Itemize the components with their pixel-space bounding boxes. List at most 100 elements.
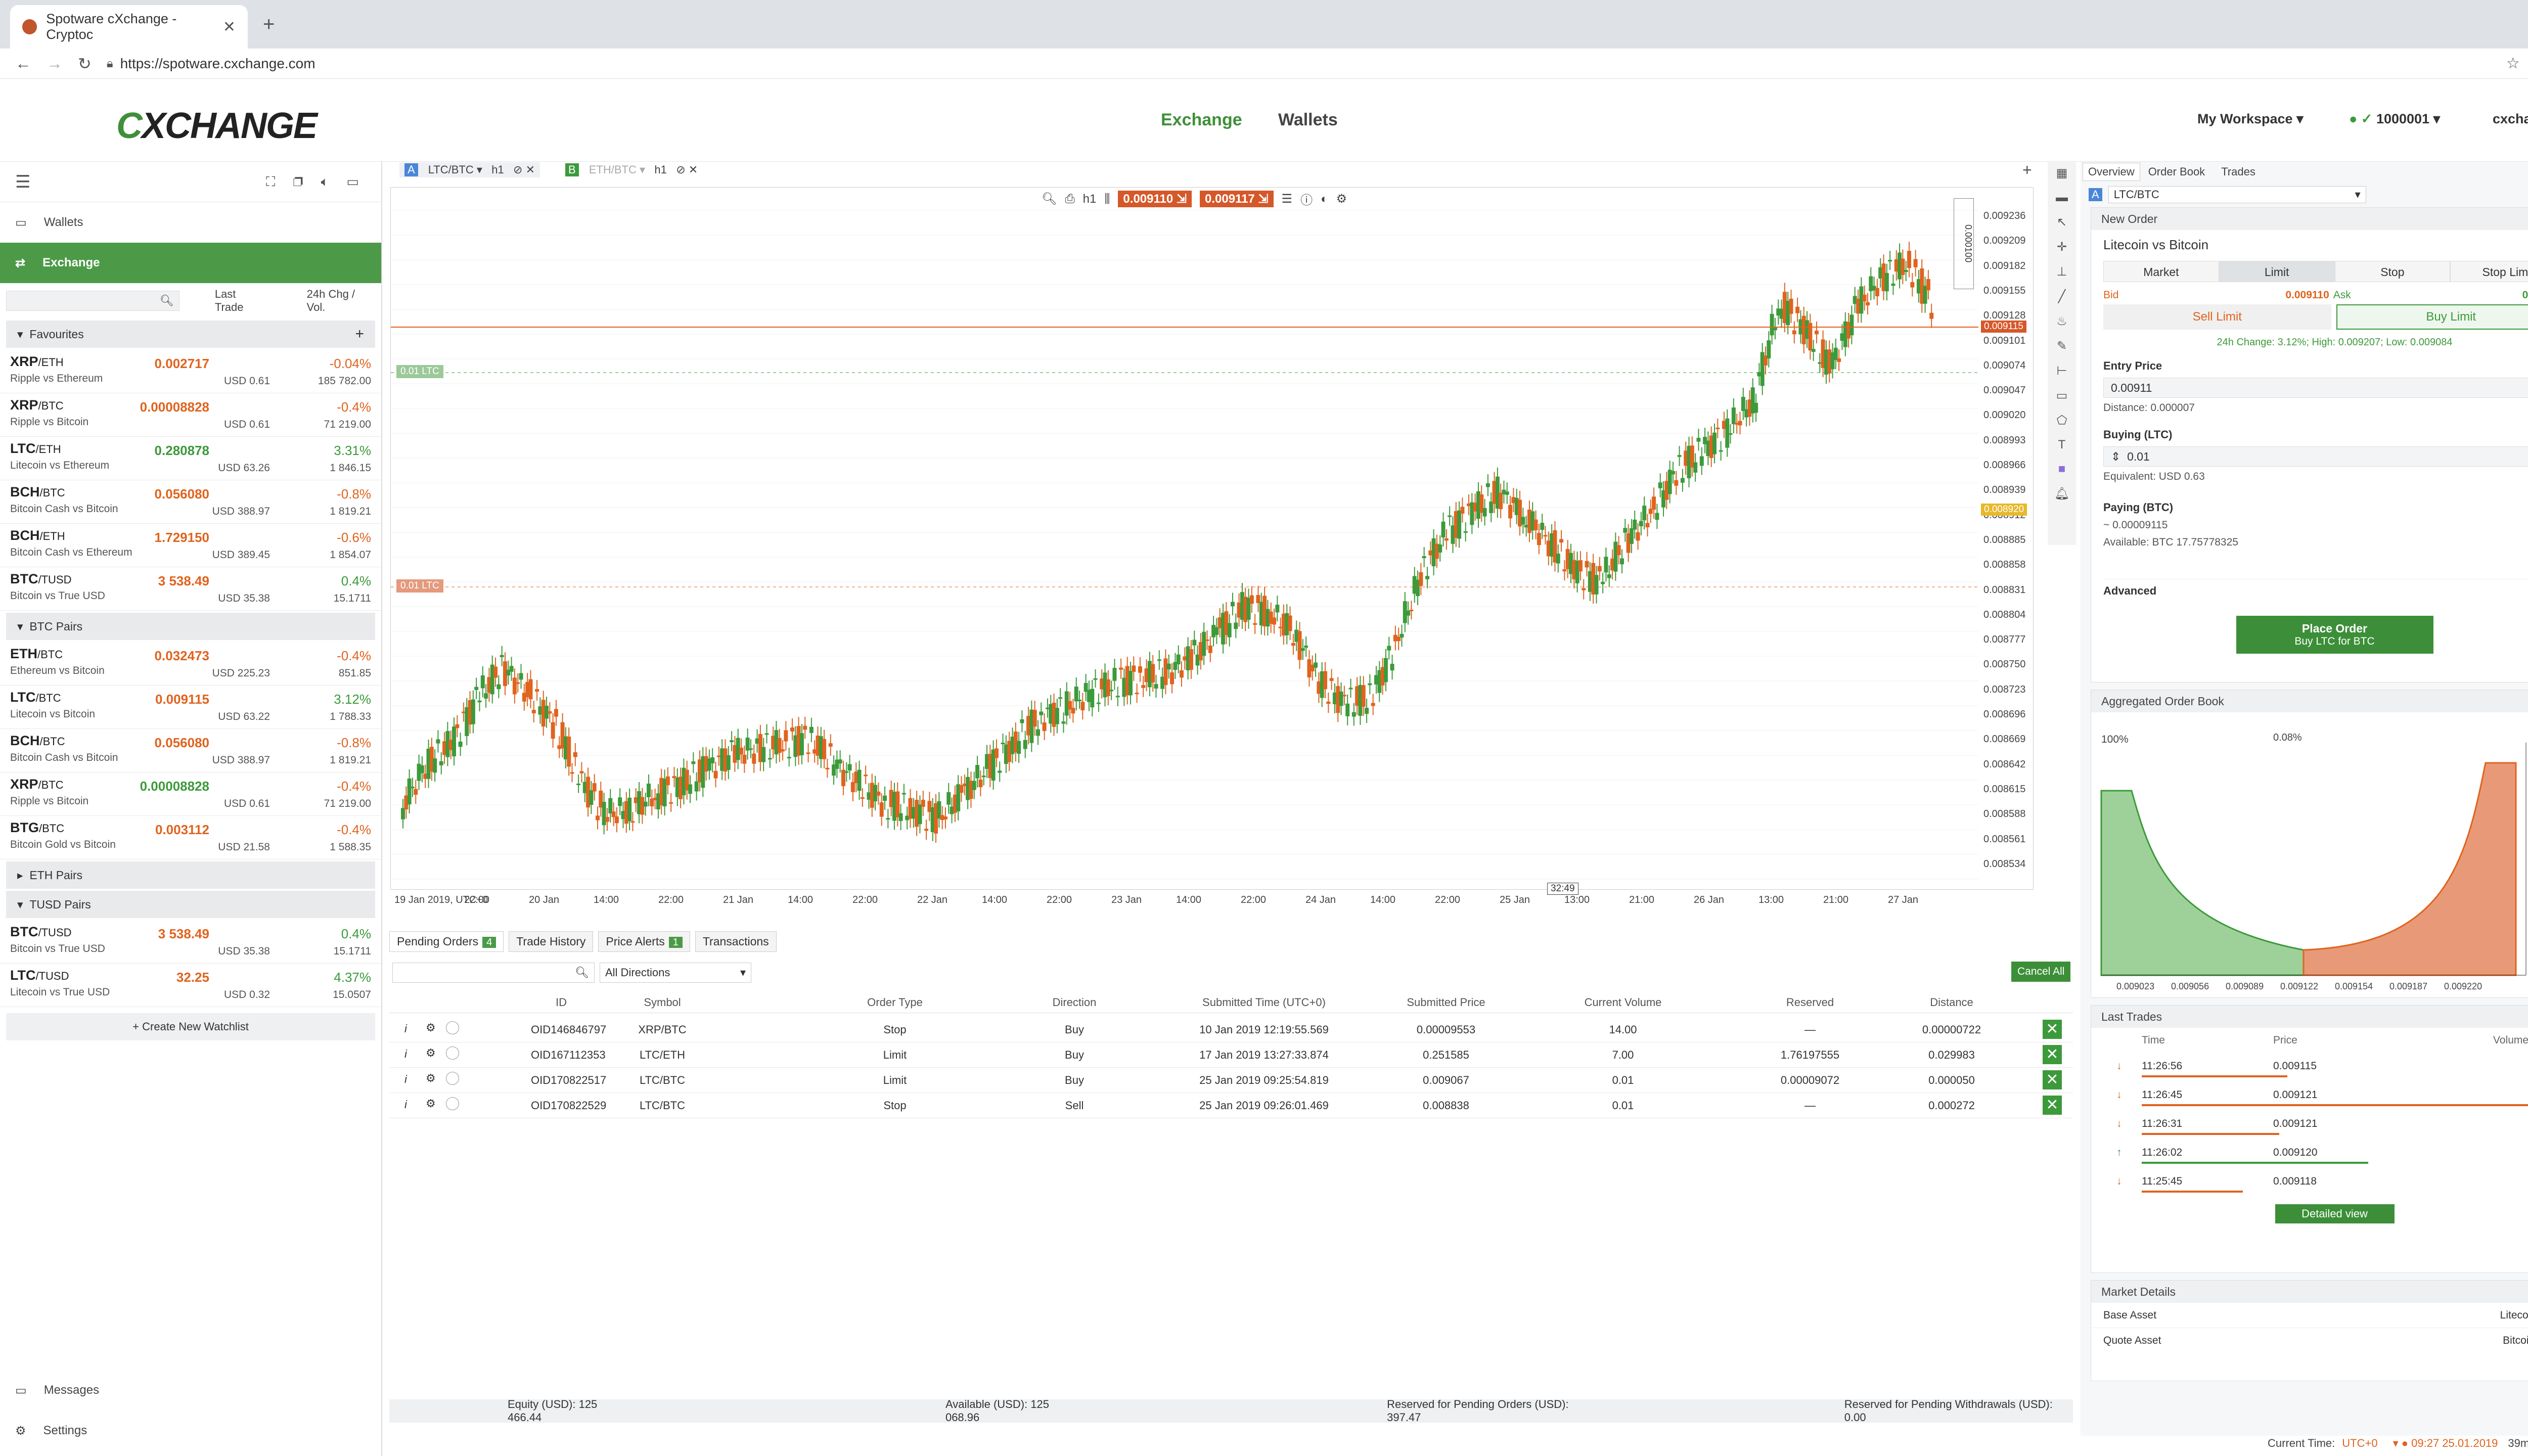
order-type-limit[interactable]: Limit xyxy=(2219,261,2335,282)
header-order-type[interactable]: Order Type xyxy=(844,996,945,1009)
buy-limit-button[interactable]: Buy Limit xyxy=(2336,304,2528,330)
chart-type-icon[interactable]: ⫼ xyxy=(1104,192,1110,206)
market-row[interactable]: XRP/ETH Ripple vs Ethereum 0.002717 USD … xyxy=(0,350,381,393)
header-submitted-price[interactable]: Submitted Price xyxy=(1370,996,1522,1009)
cancel-all-button[interactable]: Cancel All xyxy=(2011,962,2071,982)
entry-price-input[interactable]: 0.00911⇕ xyxy=(2103,378,2528,398)
sidebar-item-settings[interactable]: ⚙ Settings xyxy=(0,1410,381,1451)
buy-quick-button[interactable]: 0.009117 ⇲ xyxy=(1199,191,1274,207)
orders-search-input[interactable]: 🔍︎ xyxy=(392,963,595,983)
zoom-icon[interactable]: 🔍︎ xyxy=(1042,192,1057,206)
tab-transactions[interactable]: Transactions xyxy=(695,931,777,952)
market-row[interactable]: BTC/TUSD Bitcoin vs True USD 3 538.49 US… xyxy=(0,567,381,611)
select-radio[interactable] xyxy=(446,1072,459,1085)
header-distance[interactable]: Distance xyxy=(1876,996,2027,1009)
gear-icon[interactable]: ⚙ xyxy=(426,1021,436,1034)
cancel-order-icon[interactable]: ✕ xyxy=(2043,1070,2062,1089)
market-search-input[interactable]: 🔍︎ xyxy=(6,291,179,311)
list-icon[interactable]: ☰ xyxy=(1282,192,1293,206)
shape-icon[interactable]: ⬠ xyxy=(2057,413,2067,428)
col-change-volume[interactable]: 24h Chg / Vol. xyxy=(307,288,375,314)
tab-price-alerts[interactable]: Price Alerts 1 xyxy=(598,931,690,952)
nav-wallets[interactable]: Wallets xyxy=(1278,110,1338,130)
order-row[interactable]: i ⚙ OID170822517 LTC/BTC Limit Buy 25 Jan 20… xyxy=(389,1068,2073,1093)
workspace-dropdown[interactable]: My Workspace ▾ xyxy=(2197,111,2304,127)
col-time[interactable]: Time xyxy=(2142,1034,2165,1046)
cancel-order-icon[interactable]: ✕ xyxy=(2043,1045,2062,1064)
color-icon[interactable]: ■ xyxy=(2058,462,2066,476)
sell-order-label[interactable]: 0.01 LTC xyxy=(396,579,443,593)
tab-order-book[interactable]: Order Book xyxy=(2140,163,2214,180)
gear-icon[interactable]: ⚙ xyxy=(426,1072,436,1085)
forward-icon[interactable]: → xyxy=(47,54,63,73)
section-favourites[interactable]: ▾ Favourites + xyxy=(6,321,375,348)
info-icon[interactable]: i xyxy=(404,1098,407,1111)
chart-tab-ethbtc[interactable]: B ETH/BTC ▾ h1 ⊘ ✕ xyxy=(560,162,703,177)
info-icon[interactable]: i xyxy=(404,1073,407,1086)
sidebar-item-wallets[interactable]: ▭ Wallets xyxy=(0,202,381,243)
market-row[interactable]: BTG/BTC Bitcoin Gold vs Bitcoin 0.003112… xyxy=(0,816,381,859)
buy-order-label[interactable]: 0.01 LTC xyxy=(396,365,443,378)
section-btc-pairs[interactable]: ▾ BTC Pairs xyxy=(6,613,375,640)
candlestick-plot[interactable] xyxy=(391,188,1978,885)
url-text[interactable]: https://spotware.cxchange.com xyxy=(120,56,315,72)
add-favourite-icon[interactable]: + xyxy=(355,326,364,343)
detailed-view-button[interactable]: Detailed view xyxy=(2275,1204,2395,1223)
account-dropdown[interactable]: ● ✓ 1000001 ▾ xyxy=(2349,111,2440,127)
order-row[interactable]: i ⚙ OID146846797 XRP/BTC Stop Buy 10 Jan 201… xyxy=(389,1017,2073,1042)
header-reserved[interactable]: Reserved xyxy=(1734,996,1886,1009)
header-current-volume[interactable]: Current Volume xyxy=(1547,996,1699,1009)
create-watchlist-button[interactable]: + Create New Watchlist xyxy=(6,1013,375,1040)
market-row[interactable]: LTC/TUSD Litecoin vs True USD 32.25 USD … xyxy=(0,964,381,1007)
col-last-trade[interactable]: Last Trade xyxy=(215,288,266,314)
tab-trades[interactable]: Trades xyxy=(2213,163,2264,180)
depth-chart[interactable]: 100%0.08%349.65309.37269.08228.80188.521… xyxy=(2091,712,2528,995)
fib-icon[interactable]: ♨ xyxy=(2056,314,2067,329)
alert-icon[interactable]: 🔔︎ xyxy=(2054,486,2069,501)
cancel-order-icon[interactable]: ✕ xyxy=(2043,1096,2062,1115)
sidebar-item-messages[interactable]: ▭ Messages xyxy=(0,1370,381,1410)
reload-icon[interactable]: ↻ xyxy=(78,54,92,73)
market-row[interactable]: LTC/BTC Litecoin vs Bitcoin 0.009115 USD… xyxy=(0,686,381,729)
market-row[interactable]: BCH/ETH Bitcoin Cash vs Ethereum 1.72915… xyxy=(0,524,381,567)
symbol-select[interactable]: LTC/BTC ▾ xyxy=(2108,186,2366,203)
price-axis[interactable]: 0.009236 0.009209 0.009182 0.009155 0.009128… xyxy=(1979,192,2035,890)
order-row[interactable]: i ⚙ OID167112353 LTC/ETH Limit Buy 17 Jan 20… xyxy=(389,1042,2073,1068)
theme-icon[interactable]: ◐ xyxy=(1321,192,1328,206)
timezone-select[interactable]: UTC+0 xyxy=(2342,1437,2377,1450)
col-volume[interactable]: Volume (LTC) xyxy=(2493,1034,2528,1046)
cancel-order-icon[interactable]: ✕ xyxy=(2043,1020,2062,1039)
window-icon[interactable]: ▬ xyxy=(2056,191,2068,205)
market-row[interactable]: BTC/TUSD Bitcoin vs True USD 3 538.49 US… xyxy=(0,920,381,964)
settings-icon[interactable]: ⚙ xyxy=(1336,192,1347,206)
timeframe-icon[interactable]: h1 xyxy=(1083,192,1097,206)
sell-limit-button[interactable]: Sell Limit xyxy=(2103,304,2331,330)
market-row[interactable]: BCH/BTC Bitcoin Cash vs Bitcoin 0.056080… xyxy=(0,480,381,524)
info-icon[interactable]: ⓘ xyxy=(1300,190,1313,208)
scale-box[interactable]: 0.000100 xyxy=(1954,198,1974,289)
header-id[interactable]: ID xyxy=(531,996,592,1009)
trendline-icon[interactable]: ╱ xyxy=(2058,289,2065,304)
gear-icon[interactable]: ⚙ xyxy=(426,1097,436,1110)
select-radio[interactable] xyxy=(446,1097,459,1110)
new-tab-icon[interactable]: + xyxy=(263,13,275,36)
order-type-market[interactable]: Market xyxy=(2103,261,2219,282)
browser-tab[interactable]: Spotware cXchange - Cryptoc ✕ xyxy=(10,5,248,49)
sell-quick-button[interactable]: 0.009110 ⇲ xyxy=(1118,191,1192,207)
chart-tab-ltcbtc[interactable]: A LTC/BTC ▾ h1 ⊘ ✕ xyxy=(399,162,540,177)
info-icon[interactable]: i xyxy=(404,1022,407,1035)
buying-input[interactable]: ⇕ 0.01▾ xyxy=(2103,446,2528,467)
add-chart-icon[interactable]: + xyxy=(2022,161,2032,179)
user-dropdown[interactable]: cxchange ▾ xyxy=(2493,111,2528,127)
select-radio[interactable] xyxy=(446,1021,459,1034)
screenshot-icon[interactable]: ⎙ xyxy=(1065,192,1074,206)
brush-icon[interactable]: ✎ xyxy=(2057,339,2067,353)
price-chart[interactable] xyxy=(390,187,2034,890)
market-row[interactable]: XRP/BTC Ripple vs Bitcoin 0.00008828 USD… xyxy=(0,772,381,816)
header-direction[interactable]: Direction xyxy=(1031,996,1117,1009)
market-row[interactable]: ETH/BTC Ethereum vs Bitcoin 0.032473 USD… xyxy=(0,642,381,686)
section-tusd-pairs[interactable]: ▾ TUSD Pairs xyxy=(6,891,375,918)
layout-icon[interactable]: ▦ xyxy=(2056,166,2068,180)
sidebar-tool-icons[interactable]: ⛶ ❐ 🔈︎ ▭ xyxy=(266,174,366,190)
header-symbol[interactable]: Symbol xyxy=(627,996,698,1009)
